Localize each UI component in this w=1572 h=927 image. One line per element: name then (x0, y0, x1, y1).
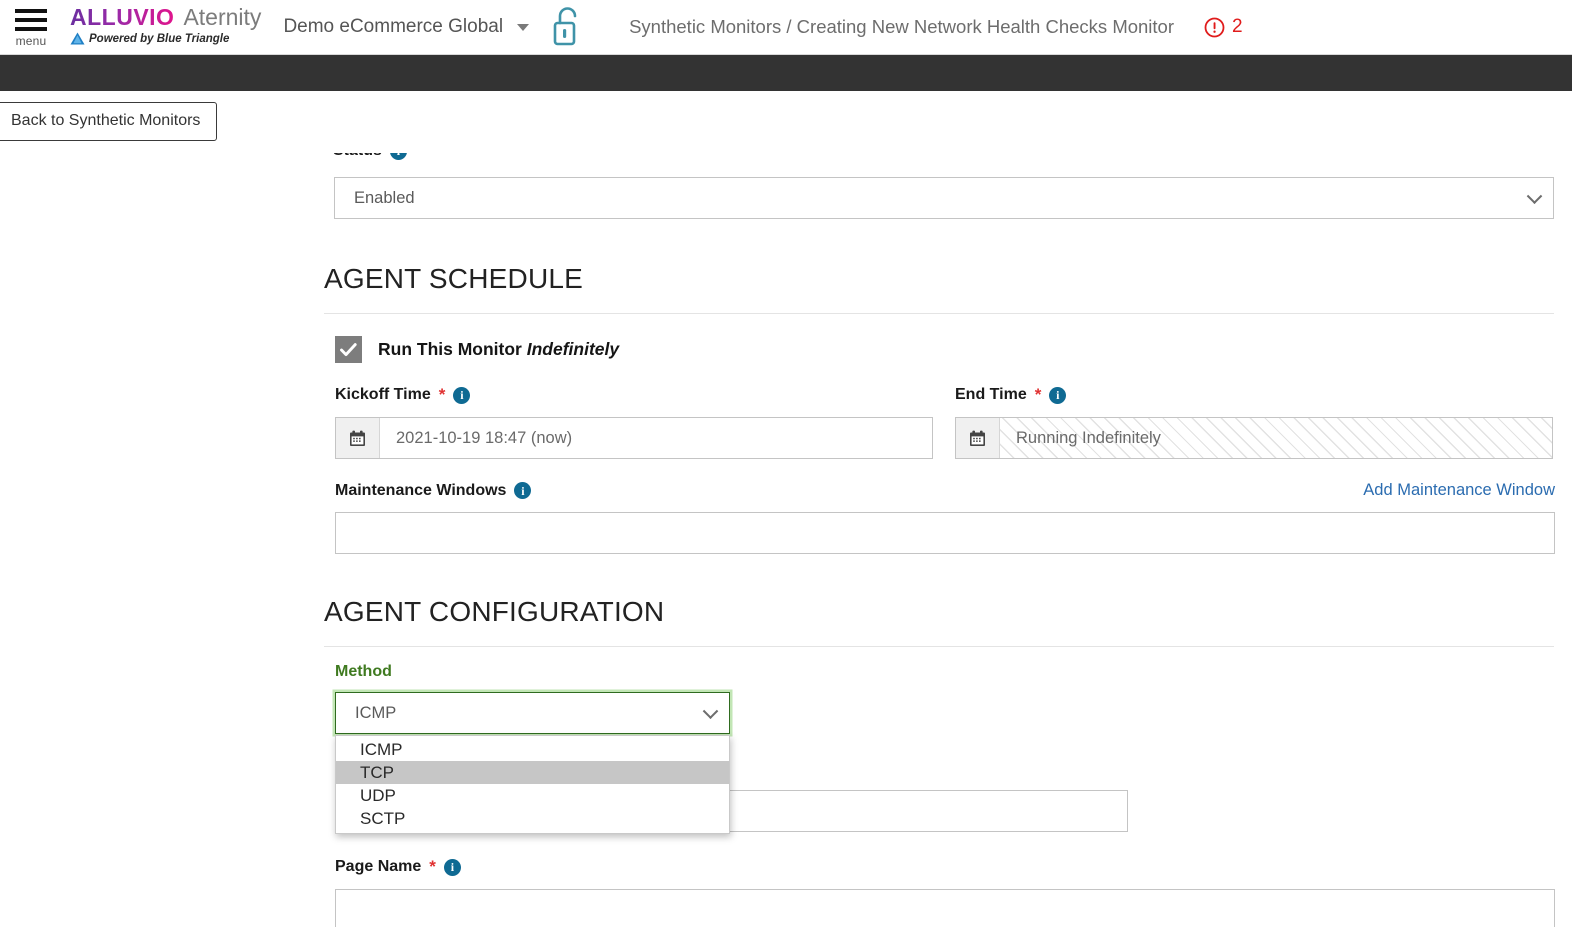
run-indefinitely-row[interactable]: Run This Monitor Indefinitely (335, 336, 1554, 363)
hamburger-icon (15, 8, 47, 31)
secondary-nav-bar (0, 55, 1572, 91)
method-option-icmp[interactable]: ICMP (336, 738, 729, 761)
status-label: Status i (333, 153, 407, 160)
tenant-selector[interactable]: Demo eCommerce Global (283, 16, 530, 38)
agent-schedule-heading: AGENT SCHEDULE (324, 263, 584, 294)
brand-name-aternity: Aternity (183, 3, 262, 30)
method-group: Method ICMP ICMP TCP UDP SCTP (335, 663, 1554, 834)
method-select-value[interactable]: ICMP (335, 692, 730, 734)
blue-triangle-icon (70, 32, 85, 49)
run-indefinitely-checkbox[interactable] (335, 336, 362, 363)
run-indefinitely-label: Run This Monitor Indefinitely (378, 339, 620, 359)
maintenance-windows-input[interactable] (335, 512, 1555, 554)
exclamation-circle-icon (1204, 17, 1225, 37)
maintenance-windows-label: Maintenance Windows i (335, 482, 532, 500)
kickoff-time-value[interactable]: 2021-10-19 18:47 (now) (380, 418, 932, 458)
info-icon[interactable]: i (453, 386, 471, 404)
end-time-label: End Time * i (955, 385, 1553, 405)
method-option-udp[interactable]: UDP (336, 784, 729, 807)
calendar-icon-button[interactable] (336, 418, 380, 458)
info-icon[interactable]: i (1049, 386, 1067, 404)
method-option-tcp[interactable]: TCP (336, 761, 729, 784)
status-label-clipped: Status i (324, 153, 1554, 163)
add-maintenance-window-link[interactable]: Add Maintenance Window (1363, 481, 1555, 500)
page-name-label: Page Name * i (335, 857, 1554, 877)
calendar-icon (350, 430, 365, 446)
info-icon[interactable]: i (443, 858, 461, 876)
unlock-icon (553, 7, 577, 46)
status-select[interactable]: Enabled (334, 177, 1554, 219)
error-count: 2 (1232, 16, 1243, 37)
menu-button-label: menu (15, 33, 47, 48)
end-time-field: Running Indefinitely (955, 417, 1553, 459)
agent-configuration-heading: AGENT CONFIGURATION (324, 596, 665, 627)
calendar-icon (970, 430, 985, 446)
breadcrumb: Synthetic Monitors / Creating New Networ… (629, 16, 1175, 37)
form-content: Status i Enabled AGENT SCHEDULE Run This… (324, 153, 1555, 927)
back-to-synthetic-monitors-button[interactable]: Back to Synthetic Monitors (0, 102, 218, 141)
brand-tagline: Powered by Blue Triangle (89, 33, 230, 46)
method-label: Method (335, 663, 392, 680)
check-icon (340, 342, 357, 356)
brand-logo: ALLUVIO Aternity Powered by Blue Triangl… (70, 3, 262, 49)
status-select-value[interactable]: Enabled (334, 177, 1554, 219)
end-time-value: Running Indefinitely (1000, 418, 1552, 458)
method-select[interactable]: ICMP ICMP TCP UDP SCTP (335, 692, 730, 834)
menu-button[interactable]: menu (0, 7, 62, 48)
tenant-name: Demo eCommerce Global (283, 16, 504, 37)
method-options-list[interactable]: ICMP TCP UDP SCTP (335, 735, 730, 834)
calendar-icon-button (956, 418, 1000, 458)
time-fields-row: Kickoff Time * i 2021-10-19 18:47 (now) … (335, 385, 1554, 459)
kickoff-time-label: Kickoff Time * i (335, 385, 933, 405)
error-badge[interactable]: 2 (1204, 16, 1243, 38)
method-option-sctp[interactable]: SCTP (336, 807, 729, 830)
info-icon[interactable]: i (514, 482, 532, 499)
page-name-input[interactable] (335, 889, 1555, 927)
maintenance-windows-header: Maintenance Windows i Add Maintenance Wi… (335, 481, 1555, 500)
back-button-row: Back to Synthetic Monitors (0, 91, 1572, 153)
app-header: menu ALLUVIO Aternity Powered by Blue Tr… (0, 0, 1572, 55)
kickoff-time-field[interactable]: 2021-10-19 18:47 (now) (335, 417, 933, 459)
brand-name-alluvio: ALLUVIO (70, 3, 175, 30)
unlock-button[interactable] (551, 4, 585, 50)
kickoff-time-group: Kickoff Time * i 2021-10-19 18:47 (now) (335, 385, 933, 459)
info-icon[interactable]: i (389, 153, 407, 160)
end-time-group: End Time * i Running Indefinitely (955, 385, 1553, 459)
chevron-down-icon (517, 23, 530, 31)
